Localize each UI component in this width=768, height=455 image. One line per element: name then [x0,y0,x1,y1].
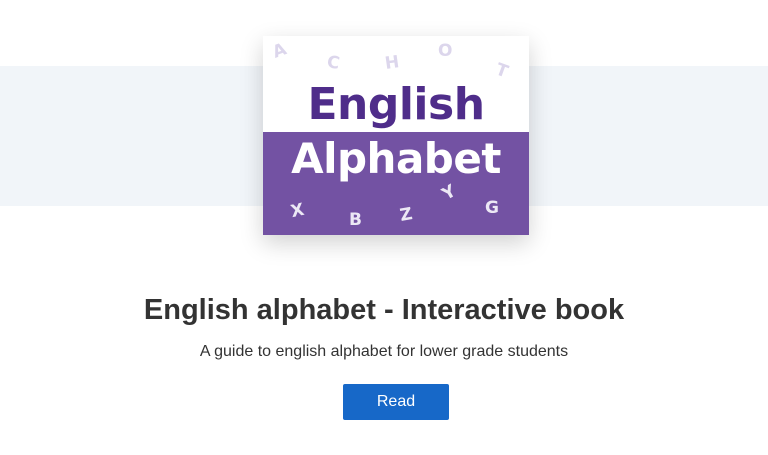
cover-letter-h: H [383,52,401,74]
book-title: English alphabet - Interactive book [143,294,625,326]
cover-title-alphabet: Alphabet [291,134,501,183]
book-description: A guide to english alphabet for lower gr… [199,343,569,360]
cover-title-english: English [307,79,485,130]
read-button[interactable]: Read [343,384,449,420]
book-landing-page: A C H O T English Alphabet X B Z Y G Eng… [0,0,768,455]
book-cover-image: A C H O T English Alphabet X B Z Y G [263,36,529,235]
cover-letter-o: O [438,41,453,61]
cover-letter-b: B [349,210,362,230]
cover-letter-g: G [485,198,499,218]
